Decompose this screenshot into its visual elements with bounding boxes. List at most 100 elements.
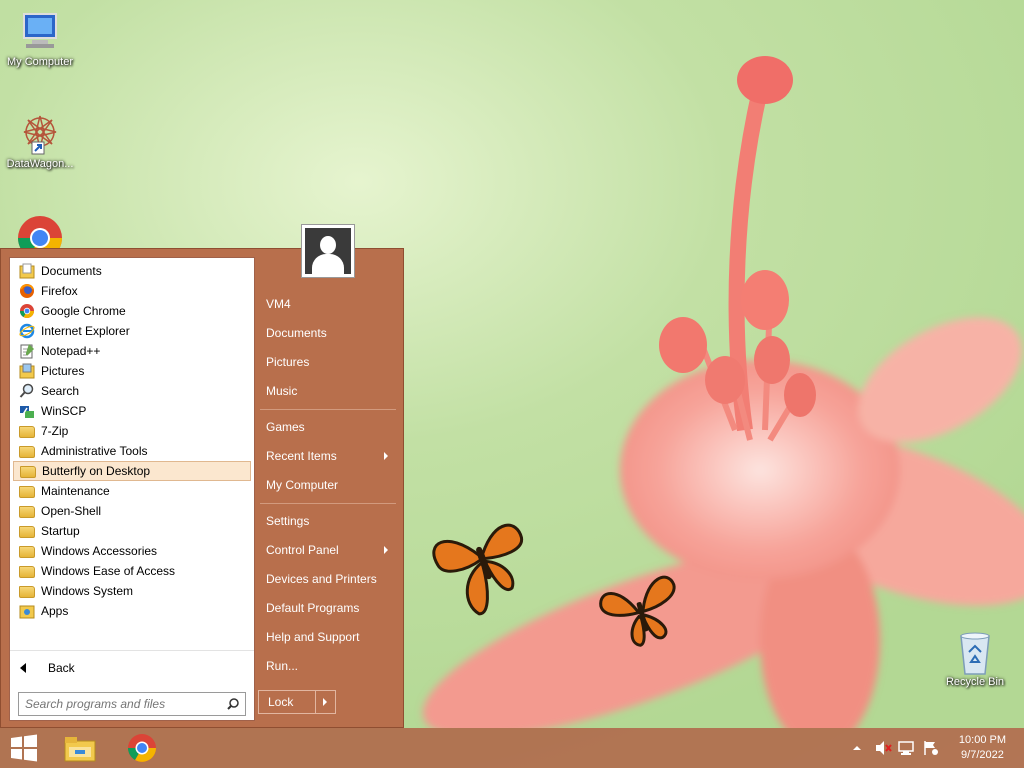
search-input[interactable] [25,697,215,711]
program-label: Windows System [41,584,134,598]
program-item[interactable]: Internet Explorer [13,321,251,341]
program-item[interactable]: Windows System [13,581,251,601]
program-item[interactable]: Google Chrome [13,301,251,321]
chrome-icon [18,212,62,248]
datawagon-logo-icon [18,112,62,156]
start-menu-link[interactable]: Default Programs [266,598,396,618]
start-menu-link[interactable]: Pictures [266,352,396,372]
action-center-flag-icon[interactable] [922,740,940,756]
start-menu-link-label: Documents [266,326,327,340]
chrome-icon [128,734,156,762]
divider [10,650,254,651]
search-icon [19,383,35,399]
program-label: Maintenance [41,484,110,498]
program-item[interactable]: Pictures [13,361,251,381]
search-box[interactable] [18,692,246,716]
program-label: Administrative Tools [41,444,148,458]
program-label: Pictures [41,364,85,378]
start-menu-link-label: Recent Items [266,449,337,463]
program-label: Open-Shell [41,504,102,518]
program-item[interactable]: Notepad++ [13,341,251,361]
start-menu-link-label: Music [266,384,298,398]
submenu-arrow-icon [384,546,388,554]
network-icon[interactable] [898,740,916,756]
documents-folder-icon [19,263,35,279]
apps-icon [19,603,35,619]
start-menu-link-label: Settings [266,514,310,528]
start-menu-link-label: Help and Support [266,630,360,644]
search-icon [227,698,239,710]
program-item[interactable]: Administrative Tools [13,441,251,461]
file-explorer-button[interactable] [56,728,104,768]
program-label: Windows Ease of Access [41,564,176,578]
back-arrow-icon [20,663,26,673]
start-button[interactable] [0,728,48,768]
start-menu-link-label: Pictures [266,355,310,369]
program-label: Internet Explorer [41,324,130,338]
start-menu-link[interactable]: Documents [266,323,396,343]
folder-icon [19,446,35,458]
start-menu-link-label: Devices and Printers [266,572,377,586]
program-label: Firefox [41,284,78,298]
start-menu-link[interactable]: Settings [266,511,396,531]
start-menu-link[interactable]: My Computer [266,475,396,495]
folder-icon [19,426,35,438]
winscp-icon [19,403,35,419]
program-item[interactable]: Maintenance [13,481,251,501]
start-menu-link[interactable]: Music [266,381,396,401]
program-item[interactable]: WinSCP [13,401,251,421]
start-menu-link[interactable]: Devices and Printers [266,569,396,589]
program-item[interactable]: Startup [13,521,251,541]
desktop-icon-my-computer[interactable]: My Computer [0,10,80,68]
back-label: Back [48,661,75,675]
program-label: WinSCP [41,404,87,418]
desktop-icon-label: My Computer [6,56,74,68]
user-avatar[interactable] [301,224,355,278]
program-label: Apps [41,604,69,618]
show-hidden-icons-icon[interactable] [852,743,862,753]
desktop-icon-datawagon[interactable]: DataWagon... [0,112,80,170]
notepad-icon [19,343,35,359]
folder-icon [20,466,36,478]
program-item[interactable]: Butterfly on Desktop [13,461,251,481]
program-label: Documents [41,264,102,278]
chrome-icon [19,303,35,319]
start-menu-link[interactable]: Games [266,417,396,437]
program-label: Windows Accessories [41,544,158,558]
program-item[interactable]: Open-Shell [13,501,251,521]
taskbar-clock[interactable]: 10:00 PM 9/7/2022 [959,733,1006,763]
recycle-bin-icon [953,630,997,675]
desktop-icon-recycle-bin[interactable]: Recycle Bin [935,630,1015,688]
file-explorer-icon [64,737,96,762]
lock-options-arrow[interactable] [315,691,335,713]
desktop-icon-chrome[interactable] [0,212,80,248]
program-item[interactable]: Documents [13,261,251,281]
folder-icon [19,486,35,498]
windows-logo-icon [11,734,37,762]
start-menu-link[interactable]: Help and Support [266,627,396,647]
program-label: Butterfly on Desktop [42,464,151,478]
program-item[interactable]: Windows Accessories [13,541,251,561]
program-item[interactable]: Firefox [13,281,251,301]
start-menu-link[interactable]: Recent Items [266,446,396,466]
folder-icon [19,566,35,578]
lock-label: Lock [268,695,294,709]
start-menu-link[interactable]: VM4 [266,294,396,314]
start-menu-link[interactable]: Run... [266,656,396,676]
start-menu-link-label: Run... [266,659,299,673]
program-item[interactable]: Windows Ease of Access [13,561,251,581]
butterfly-icon [599,575,676,647]
program-item[interactable]: Apps [13,601,251,621]
program-item[interactable]: 7-Zip [13,421,251,441]
butterfly-icon [432,523,523,616]
program-item[interactable]: Search [13,381,251,401]
program-label: Search [41,384,80,398]
separator [260,503,396,504]
system-tray [852,728,940,768]
start-menu-link[interactable]: Control Panel [266,540,396,560]
lock-button[interactable]: Lock [258,690,336,714]
back-button[interactable]: Back [20,658,75,678]
volume-muted-icon[interactable] [874,740,892,756]
start-menu-link-label: My Computer [266,478,339,492]
chrome-taskbar-button[interactable] [118,728,166,768]
